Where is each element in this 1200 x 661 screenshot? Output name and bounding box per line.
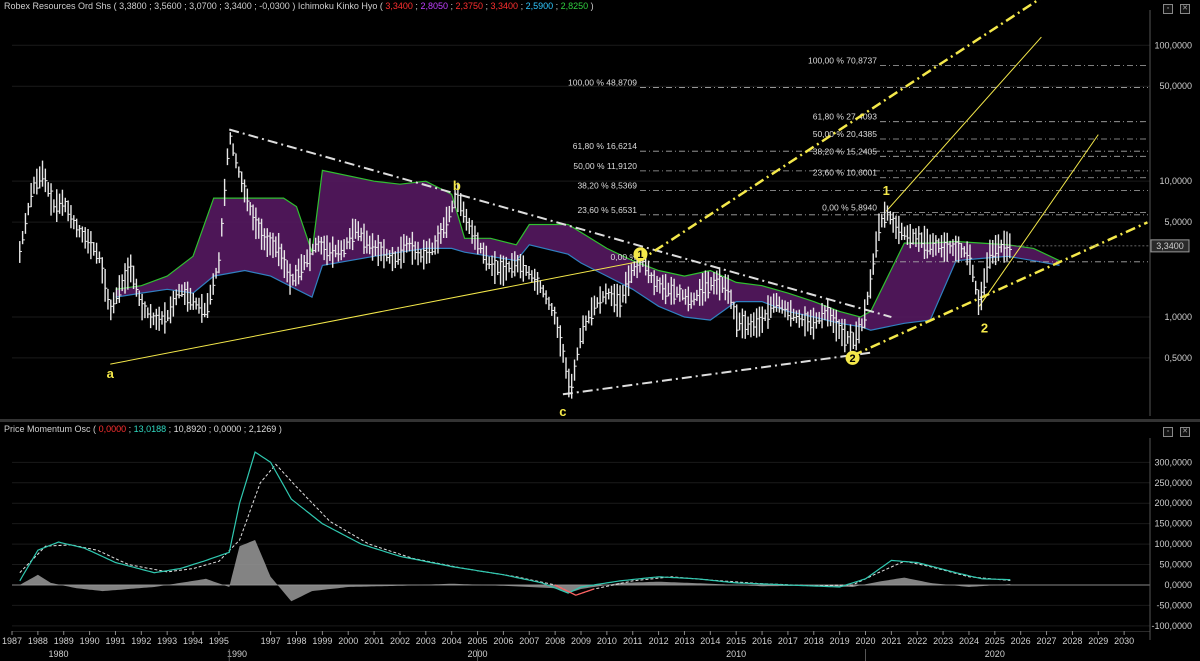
time-tick-label: 2028 [1062, 636, 1082, 646]
momentum-line [19, 451, 1011, 594]
wave-label: 1 [883, 183, 890, 198]
price-chart: 100,00 % 70,8737 100,00 % 48,8709 61,80 % … [12, 0, 1192, 419]
impulse-line-1 [885, 36, 1042, 212]
time-tick-label: 2018 [804, 636, 824, 646]
time-tick-label: 1991 [105, 636, 125, 646]
momentum-y-tick: -100,0000 [1151, 621, 1192, 631]
momentum-y-tick: 50,0000 [1159, 560, 1192, 570]
time-tick-label: 1997 [261, 636, 281, 646]
wave-label: 1 [637, 249, 643, 261]
time-tick-label: 1999 [312, 636, 332, 646]
price-y-tick: 5,0000 [1164, 217, 1192, 227]
time-tick-label: 1992 [131, 636, 151, 646]
time-tick-label: 2010 [597, 636, 617, 646]
momentum-y-tick: 0,0000 [1164, 580, 1192, 590]
momentum-y-tick: 300,0000 [1154, 457, 1192, 467]
time-tick-label: 2022 [907, 636, 927, 646]
time-axis: 1987 1988 1989 1990 1991 1992 1993 1994 1995 1997… [2, 631, 1150, 661]
signal-line [19, 463, 1011, 596]
time-tick-label: 2026 [1011, 636, 1031, 646]
momentum-y-tick: 250,0000 [1154, 478, 1192, 488]
time-tick-label: 2017 [778, 636, 798, 646]
wave-label: c [559, 404, 566, 419]
time-tick-label: 2011 [623, 636, 642, 646]
time-decade-label: 1990 [227, 649, 247, 659]
wave-label: b [453, 178, 461, 193]
time-tick-label: 1989 [54, 636, 74, 646]
fib-level-label: 0,00 % [611, 252, 638, 262]
fib-level-label: 61,80 % 27,4093 [813, 112, 878, 122]
time-tick-label: 2009 [571, 636, 591, 646]
fib-level-label: 100,00 % 48,8709 [568, 78, 637, 88]
momentum-y-tick: -50,0000 [1156, 600, 1192, 610]
price-y-tick: 50,0000 [1159, 81, 1192, 91]
fib-level-label: 0,00 % 5,8940 [822, 202, 877, 212]
time-tick-label: 2003 [416, 636, 436, 646]
price-y-tick: 100,0000 [1154, 40, 1192, 50]
price-y-tick: 10,0000 [1159, 176, 1192, 186]
chart-window: Robex Resources Ord Shs ( 3,3800 ; 3,560… [0, 0, 1200, 661]
fib-level-label: 100,00 % 70,8737 [808, 56, 877, 66]
triangle-lower [562, 351, 874, 396]
time-tick-label: 2004 [442, 636, 462, 646]
time-tick-label: 2020 [855, 636, 875, 646]
time-tick-label: 2021 [881, 636, 901, 646]
time-tick-label: 1988 [28, 636, 48, 646]
time-decade-label: 2010 [726, 649, 746, 659]
fib-level-label: 50,00 % 20,4385 [813, 129, 878, 139]
impulse-line-2 [978, 134, 1099, 307]
time-decade-label: 2020 [985, 649, 1005, 659]
time-tick-label: 2006 [493, 636, 513, 646]
time-tick-label: 1993 [157, 636, 177, 646]
time-tick-label: 2007 [519, 636, 539, 646]
time-tick-label: 2005 [468, 636, 488, 646]
time-tick-label: 2029 [1088, 636, 1108, 646]
time-tick-label: 2016 [752, 636, 772, 646]
time-tick-label: 1995 [209, 636, 229, 646]
price-y-tick: 0,5000 [1164, 353, 1192, 363]
momentum-y-tick: 150,0000 [1154, 519, 1192, 529]
momentum-y-tick: 200,0000 [1154, 498, 1192, 508]
time-tick-label: 2008 [545, 636, 565, 646]
time-tick-label: 2013 [674, 636, 694, 646]
time-tick-label: 2012 [649, 636, 669, 646]
wave-label: 2 [981, 321, 988, 336]
time-tick-label: 1998 [286, 636, 306, 646]
time-tick-label: 2025 [985, 636, 1005, 646]
time-tick-label: 1990 [80, 636, 100, 646]
last-price-label: 3,3400 [1156, 241, 1184, 251]
fib-level-label: 38,20 % 8,5369 [577, 180, 637, 190]
time-tick-label: 2027 [1037, 636, 1057, 646]
time-tick-label: 2002 [390, 636, 410, 646]
time-tick-label: 2024 [959, 636, 979, 646]
fib-level-label: 23,60 % 10,6001 [813, 168, 878, 178]
wave-label: a [107, 366, 115, 381]
time-tick-label: 2019 [830, 636, 850, 646]
time-decade-label: 1980 [49, 649, 69, 659]
time-tick-label: 2015 [726, 636, 746, 646]
time-tick-label: 2001 [364, 636, 384, 646]
price-y-tick: 1,0000 [1164, 312, 1192, 322]
fib-level-label: 61,80 % 16,6214 [573, 141, 638, 151]
time-tick-label: 2014 [700, 636, 720, 646]
momentum-chart: 300,0000 250,0000 200,0000 150,0000 100,0000… [12, 438, 1192, 640]
ichimoku-cloud [115, 170, 1060, 331]
time-tick-label: 2023 [933, 636, 953, 646]
time-tick-label: 2030 [1114, 636, 1134, 646]
time-tick-label: 1994 [183, 636, 203, 646]
wave-label: 2 [850, 353, 856, 365]
time-tick-label: 2000 [338, 636, 358, 646]
fib-level-label: 50,00 % 11,9120 [573, 161, 637, 171]
momentum-y-tick: 100,0000 [1154, 539, 1192, 549]
time-tick-label: 1987 [2, 636, 22, 646]
fib-level-label: 23,60 % 5,6531 [577, 205, 637, 215]
